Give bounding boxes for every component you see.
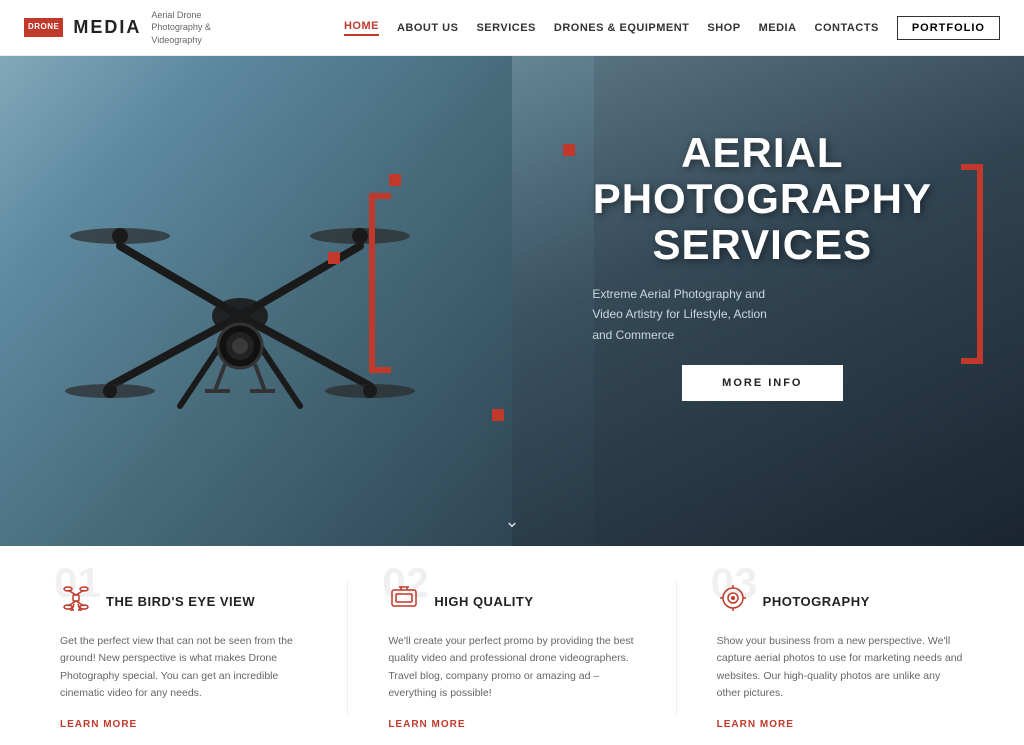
hero-section: AERIAL PHOTOGRAPHY SERVICES Extreme Aeri… xyxy=(0,56,1024,546)
feature-1-desc: Get the perfect view that can not be see… xyxy=(60,633,307,702)
main-nav: HOME ABOUT US SERVICES DRONES & EQUIPMEN… xyxy=(344,16,1000,40)
logo-box: DRONE xyxy=(24,18,63,37)
bracket-right xyxy=(961,164,983,364)
feature-1-title: THE BIRD'S EYE VIEW xyxy=(106,594,255,609)
drone-icon xyxy=(60,582,92,621)
feature-3-header: 03 PHOTOGRAPHY xyxy=(717,582,964,621)
camera-icon xyxy=(717,582,749,621)
site-header: DRONE MEDIA Aerial Drone Photography & V… xyxy=(0,0,1024,56)
hero-content: AERIAL PHOTOGRAPHY SERVICES Extreme Aeri… xyxy=(572,130,952,402)
red-square-4 xyxy=(492,409,504,421)
feature-1-link[interactable]: LEARN MORE xyxy=(60,719,137,730)
hero-cta-button[interactable]: MORE INFO xyxy=(682,365,842,401)
feature-2-title: HIGH QUALITY xyxy=(434,594,533,609)
nav-drones[interactable]: DRONES & EQUIPMENT xyxy=(554,22,690,34)
brand-name: MEDIA xyxy=(73,17,141,38)
feature-3-link[interactable]: LEARN MORE xyxy=(717,719,794,730)
red-square-2 xyxy=(328,252,340,264)
bracket-left xyxy=(369,193,391,373)
feature-1-header: 01 THE BIRD'S EYE V xyxy=(60,582,307,621)
feature-2-desc: We'll create your perfect promo by provi… xyxy=(388,633,635,702)
nav-about[interactable]: ABOUT US xyxy=(397,22,458,34)
logo-area: DRONE MEDIA Aerial Drone Photography & V… xyxy=(24,9,251,47)
quality-icon xyxy=(388,582,420,621)
divider-2 xyxy=(676,582,677,715)
feature-2-header: 02 HIGH QUALITY xyxy=(388,582,635,621)
logo-tagline: Aerial Drone Photography & Videography xyxy=(151,9,251,47)
nav-services[interactable]: SERVICES xyxy=(476,22,535,34)
feature-high-quality: 02 HIGH QUALITY We'll create your perfec… xyxy=(378,582,645,715)
red-square-1 xyxy=(389,174,401,186)
nav-home[interactable]: HOME xyxy=(344,20,379,36)
nav-media[interactable]: MEDIA xyxy=(759,22,797,34)
hero-title: AERIAL PHOTOGRAPHY SERVICES xyxy=(572,130,952,269)
feature-photography: 03 PHOTOGRAPHY Show your business from a… xyxy=(707,582,974,715)
portfolio-button[interactable]: PORTFOLIO xyxy=(897,16,1000,40)
features-section: 01 THE BIRD'S EYE V xyxy=(0,546,1024,745)
nav-contacts[interactable]: CONTACTS xyxy=(815,22,879,34)
nav-shop[interactable]: SHOP xyxy=(707,22,740,34)
divider-1 xyxy=(347,582,348,715)
feature-3-title: PHOTOGRAPHY xyxy=(763,594,870,609)
feature-2-link[interactable]: LEARN MORE xyxy=(388,719,465,730)
scroll-down-arrow[interactable]: ⌄ xyxy=(504,511,519,532)
hero-subtitle: Extreme Aerial Photography andVideo Arti… xyxy=(572,284,952,345)
feature-birds-eye: 01 THE BIRD'S EYE V xyxy=(50,582,317,715)
feature-3-desc: Show your business from a new perspectiv… xyxy=(717,633,964,702)
